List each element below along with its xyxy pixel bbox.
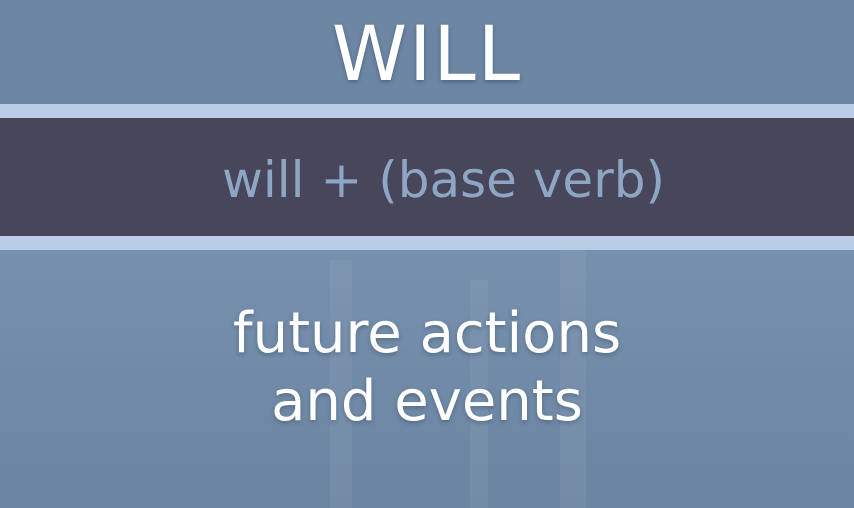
slide-title: WILL	[331, 9, 523, 98]
divider-top	[0, 104, 854, 118]
description-text: future actions and events	[0, 300, 854, 436]
divider-bottom	[0, 236, 854, 250]
description-line-2: and events	[271, 369, 583, 434]
formula-text: will + (base verb)	[222, 151, 665, 209]
description-line-1: future actions	[232, 301, 622, 366]
